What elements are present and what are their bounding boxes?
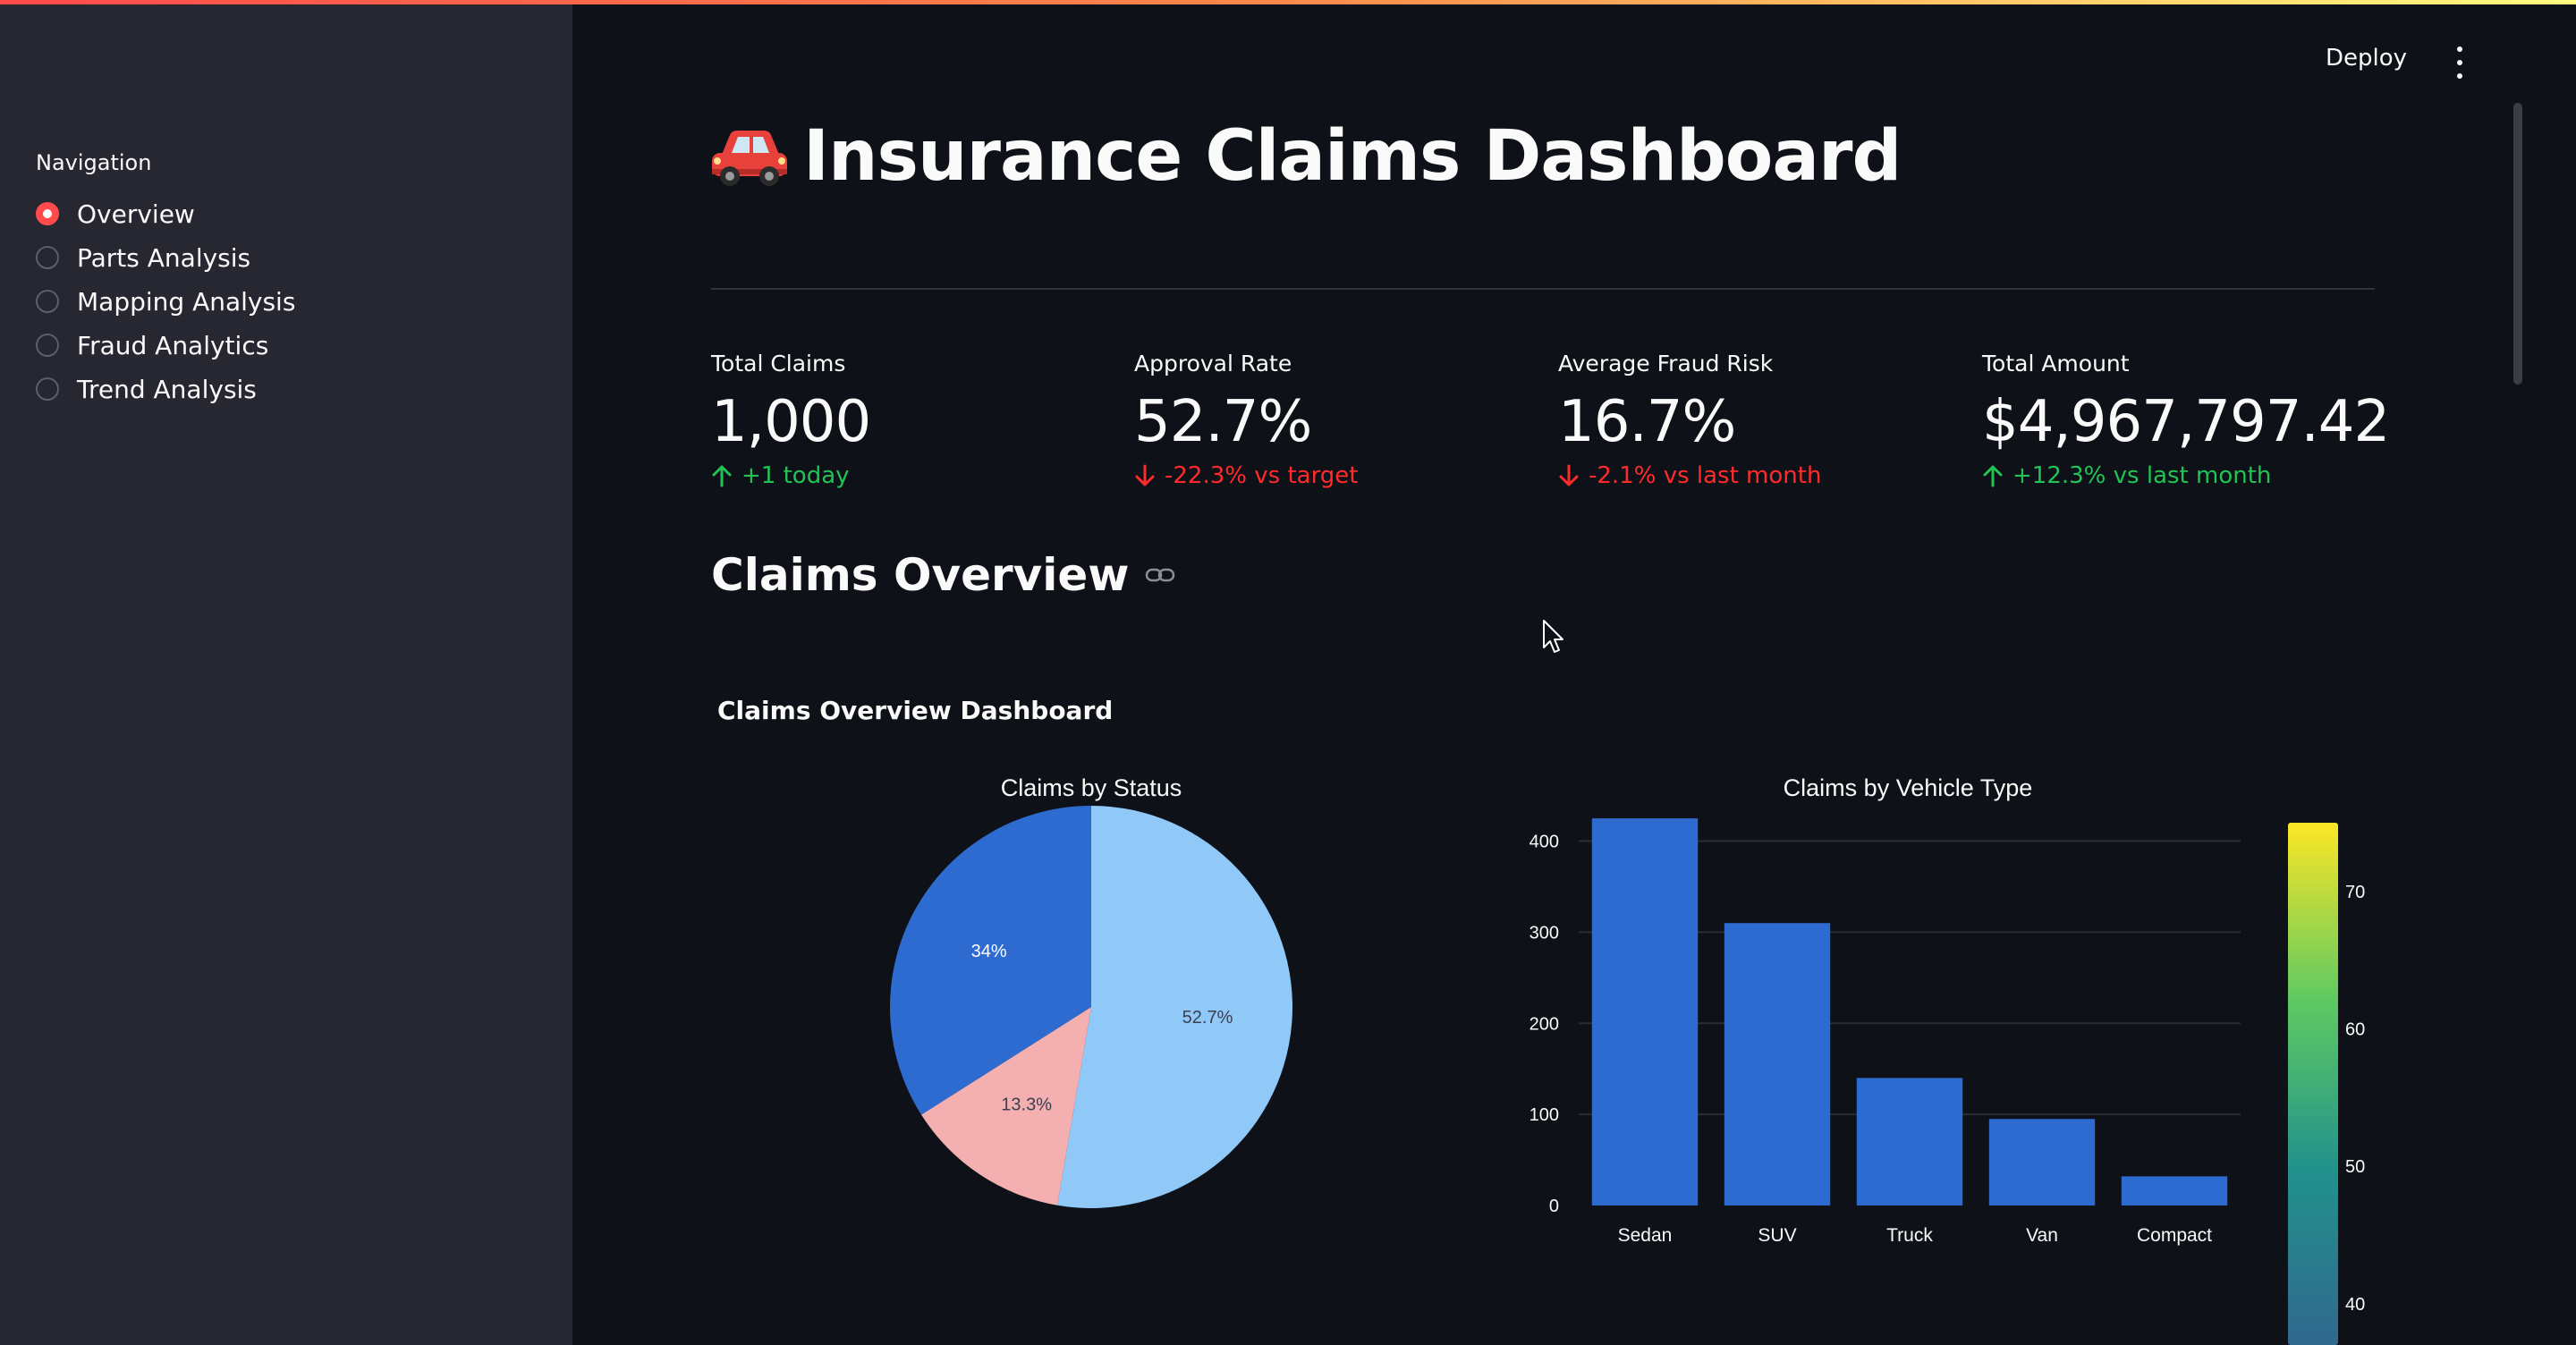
- pie-chart-title: Claims by Status: [1001, 774, 1182, 801]
- bar[interactable]: [1591, 818, 1699, 1205]
- x-tick-label: Truck: [1886, 1225, 1933, 1246]
- y-tick-label: 300: [1530, 923, 1559, 943]
- bar-chart: Claims by Vehicle Type 0 100 200 300 400 Sedan…: [1530, 774, 2365, 1345]
- colorbar-tick-label: 60: [2345, 1020, 2365, 1040]
- bar[interactable]: [1988, 1119, 2096, 1205]
- y-tick-label: 400: [1530, 833, 1559, 852]
- pie-chart: Claims by Status 52.7% 13.3% 34%: [890, 774, 1293, 1208]
- bar[interactable]: [1724, 923, 1831, 1205]
- bar[interactable]: [2121, 1176, 2228, 1205]
- pie-slice-label: 34%: [971, 942, 1007, 961]
- y-tick-label: 200: [1530, 1014, 1559, 1034]
- colorbar-tick-label: 70: [2345, 883, 2365, 902]
- y-tick-label: 0: [1549, 1197, 1559, 1216]
- y-tick-label: 100: [1530, 1105, 1559, 1125]
- pie-slice[interactable]: [1057, 806, 1293, 1208]
- bar[interactable]: [1856, 1078, 1963, 1205]
- pie-slice-label: 13.3%: [1001, 1095, 1052, 1115]
- x-tick-label: Van: [2026, 1225, 2058, 1246]
- pie-slice-label: 52.7%: [1182, 1008, 1233, 1028]
- colorbar-tick-label: 50: [2345, 1157, 2365, 1177]
- x-tick-label: Compact: [2137, 1225, 2212, 1246]
- charts-area: Claims by Status 52.7% 13.3% 34% Claims by …: [890, 774, 2365, 1345]
- bar-chart-title: Claims by Vehicle Type: [1784, 774, 2033, 801]
- x-tick-label: Sedan: [1618, 1225, 1673, 1246]
- colorbar: [2288, 823, 2338, 1345]
- x-tick-label: SUV: [1758, 1225, 1796, 1246]
- colorbar-tick-label: 40: [2345, 1295, 2365, 1315]
